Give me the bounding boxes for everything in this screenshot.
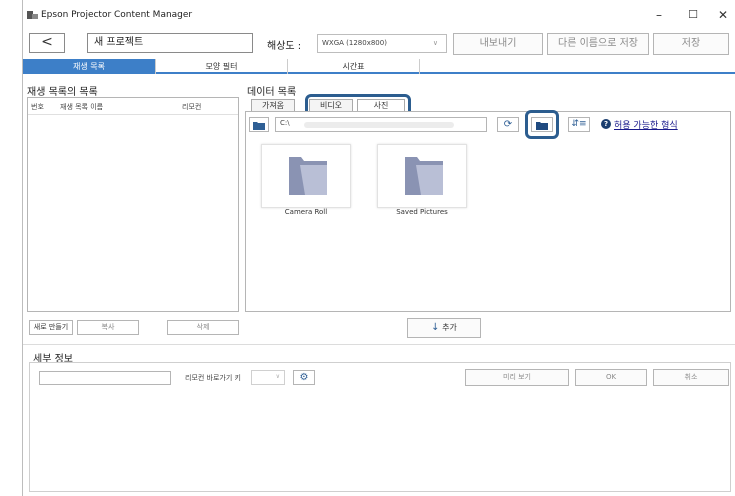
column-header-name: 재생 목록 이름 <box>60 103 104 111</box>
app-icon <box>27 11 38 19</box>
save-as-button[interactable]: 다른 이름으로 저장 <box>547 33 649 55</box>
shortcut-label: 리모컨 바로가기 키 <box>185 374 241 382</box>
chevron-down-icon: ∨ <box>432 39 438 47</box>
sort-list-icon: ⇵≡ <box>571 119 587 129</box>
refresh-icon: ⟳ <box>503 119 513 130</box>
folder-tile-saved-pictures[interactable] <box>377 144 467 208</box>
refresh-button[interactable]: ⟳ <box>497 117 519 132</box>
tab-shape-filter[interactable]: 모양 필터 <box>156 59 288 74</box>
shortcut-settings-button[interactable]: ⚙ <box>293 370 315 385</box>
playlist-section-title: 재생 목록의 목록 <box>27 87 98 98</box>
tab-timetable[interactable]: 시간표 <box>288 59 420 74</box>
help-icon[interactable]: ? <box>601 119 611 129</box>
sort-button[interactable]: ⇵≡ <box>568 117 590 132</box>
browse-folder-button[interactable] <box>249 117 269 132</box>
resolution-value: WXGA (1280x800) <box>322 39 387 47</box>
ok-button[interactable]: OK <box>575 369 647 386</box>
add-label: 추가 <box>442 323 457 332</box>
tab-playlist[interactable]: 재생 목록 <box>23 59 156 74</box>
resolution-select[interactable]: WXGA (1280x800) ∨ <box>317 34 447 53</box>
preview-button[interactable]: 미리 보기 <box>465 369 569 386</box>
back-button[interactable]: < <box>29 33 65 53</box>
folder-label: Camera Roll <box>284 208 328 216</box>
save-button[interactable]: 저장 <box>653 33 729 55</box>
folder-icon <box>289 157 327 195</box>
playlist-table[interactable]: 번호 재생 목록 이름 리모컨 <box>27 97 239 312</box>
folder-icon <box>405 157 443 195</box>
maximize-button[interactable]: ☐ <box>683 6 703 24</box>
add-button[interactable]: ↓ 추가 <box>407 318 481 338</box>
export-button[interactable]: 내보내기 <box>453 33 543 55</box>
path-value: C:\ <box>280 119 290 127</box>
path-field[interactable]: C:\ <box>275 117 487 132</box>
column-header-remote: 리모컨 <box>182 103 202 111</box>
new-playlist-button[interactable]: 새로 만들기 <box>29 320 73 335</box>
minimize-button[interactable]: – <box>649 6 669 24</box>
open-folder-highlight <box>525 110 559 139</box>
folder-icon <box>253 122 265 130</box>
resolution-label: 해상도 : <box>267 41 302 52</box>
app-window: Epson Projector Content Manager – ☐ ✕ < … <box>22 0 735 496</box>
delete-playlist-button[interactable]: 삭제 <box>167 320 239 335</box>
column-header-number: 번호 <box>31 103 44 111</box>
folder-label: Saved Pictures <box>396 208 448 216</box>
supported-formats-link[interactable]: 허용 가능한 형식 <box>614 118 678 131</box>
copy-playlist-button[interactable]: 복사 <box>77 320 139 335</box>
path-blur <box>304 122 454 128</box>
close-button[interactable]: ✕ <box>713 6 733 24</box>
window-title: Epson Projector Content Manager <box>41 10 193 20</box>
title-bar: Epson Projector Content Manager – ☐ ✕ <box>23 0 735 32</box>
project-name-field[interactable]: 새 프로젝트 <box>87 33 253 53</box>
arrow-down-icon: ↓ <box>431 322 440 333</box>
header-divider <box>28 114 238 115</box>
details-name-field[interactable] <box>39 371 171 385</box>
gear-icon: ⚙ <box>299 372 309 383</box>
data-list-section-title: 데이터 목록 <box>247 87 297 98</box>
folder-tile-camera-roll[interactable] <box>261 144 351 208</box>
cancel-button[interactable]: 취소 <box>653 369 729 386</box>
section-divider <box>23 344 735 345</box>
chevron-down-icon: ∨ <box>275 373 280 380</box>
shortcut-select[interactable]: ∨ <box>251 370 285 385</box>
desktop-gutter <box>0 0 22 496</box>
